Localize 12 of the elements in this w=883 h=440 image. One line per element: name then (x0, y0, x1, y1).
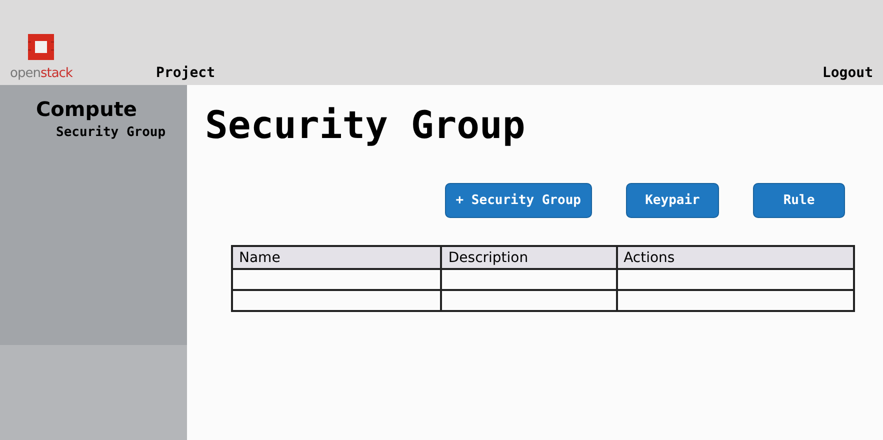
column-header: Name (232, 246, 442, 269)
action-button[interactable]: Rule (753, 183, 845, 218)
column-header: Actions (616, 246, 854, 269)
action-button[interactable]: Keypair (626, 183, 719, 218)
sidebar-section: Compute (36, 97, 137, 121)
project-label[interactable]: Project (156, 65, 822, 81)
action-button[interactable]: + Security Group (444, 183, 592, 218)
logo-text: openstack (10, 66, 72, 81)
page-title: Security Group (205, 103, 526, 147)
sidebar-item[interactable]: Security Group (56, 125, 166, 140)
logout-link[interactable]: Logout (822, 65, 873, 81)
column-header: Description (441, 246, 617, 269)
